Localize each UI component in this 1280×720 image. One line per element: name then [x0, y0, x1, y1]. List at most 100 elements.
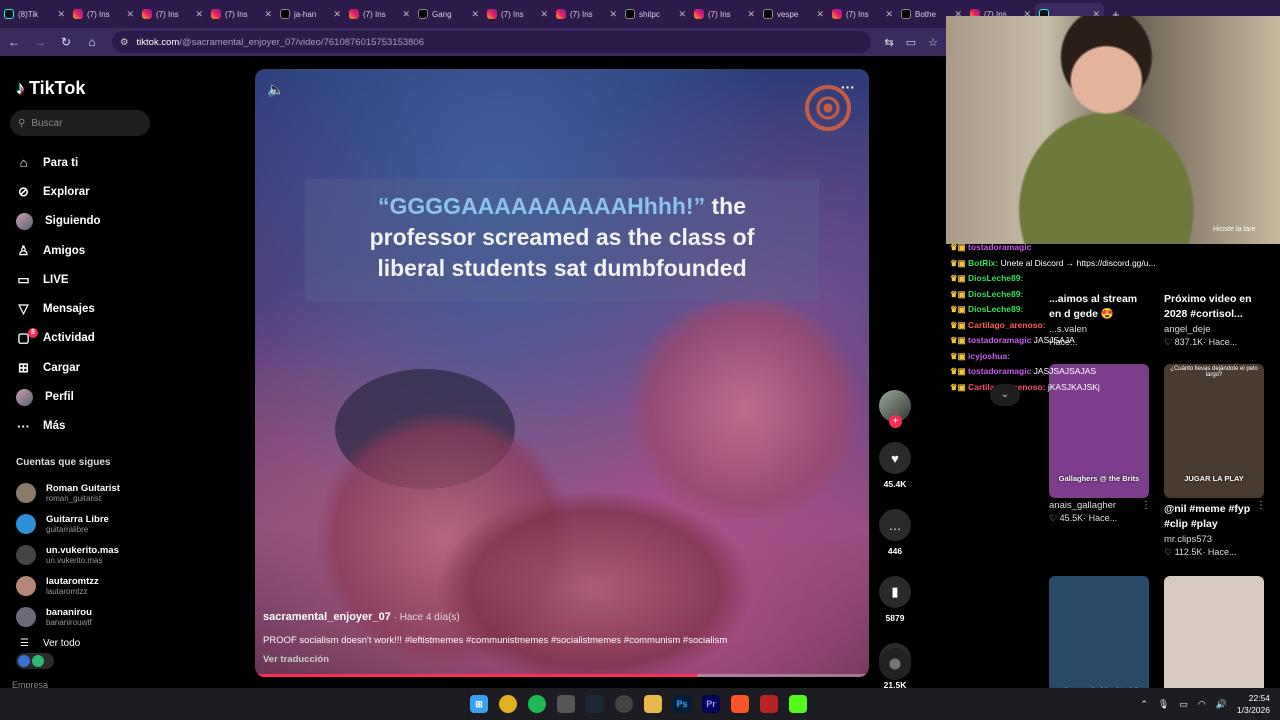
close-tab-icon[interactable]: ✕	[402, 9, 410, 20]
display-icon[interactable]: ▭	[1179, 699, 1188, 710]
more-options-icon[interactable]: ···	[841, 79, 855, 95]
browser-tab[interactable]: shitpc ✕	[621, 3, 690, 25]
chat-username: DiosLeche89:	[968, 304, 1024, 314]
browser-tab[interactable]: (7) Ins ✕	[69, 3, 138, 25]
followed-account[interactable]: Guitarra Libre guitarralibre	[16, 509, 156, 540]
follow-plus-icon[interactable]: +	[889, 415, 902, 428]
url-field[interactable]: ⚙ tiktok.com/@sacramental_enjoyer_07/vid…	[112, 31, 871, 53]
chat-text: Unete al Discord → https://discord.gg/u.…	[998, 257, 1156, 268]
close-tab-icon[interactable]: ✕	[540, 9, 548, 20]
cast-icon[interactable]: ▭	[906, 36, 916, 49]
video-player[interactable]: “GGGGAAAAAAAAAAHhhh!” the professor scre…	[255, 69, 869, 677]
voicemeeter-icon[interactable]	[760, 695, 778, 713]
video-progress-bar[interactable]	[255, 674, 869, 677]
scroll-down-icon[interactable]: ⌄	[990, 384, 1020, 406]
author-avatar[interactable]: +	[879, 390, 911, 428]
close-tab-icon[interactable]: ✕	[885, 9, 893, 20]
chat-message: ♛▣ tostadoramagic JASJSAJSAJAS	[950, 364, 1180, 380]
back-icon[interactable]: ←	[8, 35, 20, 49]
mic-icon[interactable]: 🎙	[1158, 699, 1169, 710]
close-tab-icon[interactable]: ✕	[678, 9, 686, 20]
nav-item[interactable]: Perfil	[16, 382, 156, 411]
close-tab-icon[interactable]: ✕	[264, 9, 272, 20]
nav-item[interactable]: ⊘ Explorar	[16, 177, 156, 206]
forward-icon[interactable]: →	[34, 35, 46, 49]
profile-icon	[16, 388, 33, 406]
browser-tab[interactable]: (7) Ins ✕	[207, 3, 276, 25]
close-tab-icon[interactable]: ✕	[126, 9, 134, 20]
nav-item[interactable]: ▢ Actividad 8	[16, 324, 156, 353]
followed-account[interactable]: lautaromtzz lautaromtzz	[16, 570, 156, 601]
close-tab-icon[interactable]: ✕	[816, 9, 824, 20]
premiere-icon[interactable]: Pr	[702, 695, 720, 713]
bookmark-icon[interactable]: ▮	[879, 576, 911, 608]
app-icon[interactable]	[557, 695, 575, 713]
kick-icon[interactable]	[789, 695, 807, 713]
browser-tab[interactable]: (7) Ins ✕	[483, 3, 552, 25]
photoshop-icon[interactable]: Ps	[673, 695, 691, 713]
heart-icon[interactable]: ♥	[879, 442, 911, 474]
more-options-icon[interactable]: ⋮	[1141, 500, 1151, 511]
more-icon: ···	[17, 418, 30, 434]
browser-tab[interactable]: ja-han ✕	[276, 3, 345, 25]
wifi-icon[interactable]: ◠	[1198, 699, 1206, 710]
browser-tab[interactable]: (7) Ins ✕	[690, 3, 759, 25]
site-info-icon[interactable]: ⚙	[120, 37, 129, 48]
video-description[interactable]: PROOF socialism doesn't work!!! #leftist…	[263, 635, 727, 646]
browser-tab[interactable]: (8)Tik ✕	[0, 3, 69, 25]
clock[interactable]: 22:54 1/3/2026	[1237, 692, 1270, 716]
translate-icon[interactable]: ⇆	[885, 36, 894, 49]
nav-item[interactable]: ♙ Amigos	[16, 236, 156, 265]
browser-tab[interactable]: vespe ✕	[759, 3, 828, 25]
music-disc-icon[interactable]	[879, 648, 911, 680]
comment-count: 446	[887, 546, 903, 556]
close-tab-icon[interactable]: ✕	[195, 9, 203, 20]
more-options-icon[interactable]: ⋮	[1256, 500, 1266, 511]
followed-account[interactable]: un.vukerito.mas un.vukerito.mas	[16, 540, 156, 571]
author-name: sacramental_enjoyer_07	[263, 611, 391, 623]
browser-tab[interactable]: Gang ✕	[414, 3, 483, 25]
bookmark-icon[interactable]: ☆	[928, 36, 938, 49]
chrome-icon[interactable]	[499, 695, 517, 713]
extension-pill[interactable]	[16, 653, 54, 669]
browser-tab[interactable]: (7) Ins ✕	[552, 3, 621, 25]
video-author[interactable]: sacramental_enjoyer_07 · Hace 4 día(s)	[263, 611, 460, 623]
followed-account[interactable]: Roman Guitarist roman_guitarist	[16, 478, 156, 509]
spotify-icon[interactable]	[528, 695, 546, 713]
start-icon[interactable]: ⊞	[470, 695, 488, 713]
steam-icon[interactable]	[586, 695, 604, 713]
volume-icon[interactable]: 🔈	[267, 81, 284, 98]
home-icon[interactable]: ⌂	[86, 35, 98, 49]
search-input[interactable]: ⚲ Buscar	[10, 110, 150, 136]
brave-icon[interactable]	[731, 695, 749, 713]
nav-item[interactable]: ··· Más	[16, 412, 156, 441]
nav-item[interactable]: ▽ Mensajes	[16, 294, 156, 323]
tray-chevron-icon[interactable]: ⌃	[1140, 699, 1148, 710]
nav-item[interactable]: ▭ LIVE	[16, 265, 156, 294]
close-tab-icon[interactable]: ✕	[471, 9, 479, 20]
account-username: guitarralibre	[46, 525, 89, 535]
close-tab-icon[interactable]: ✕	[609, 9, 617, 20]
obs-icon[interactable]	[615, 695, 633, 713]
followed-account[interactable]: bananirou bananirouwtf	[16, 601, 156, 632]
browser-tab[interactable]: (7) Ins ✕	[138, 3, 207, 25]
comment-icon[interactable]: …	[879, 509, 911, 541]
nav-item[interactable]: Siguiendo	[16, 207, 156, 236]
nav-item[interactable]: ⊞ Cargar	[16, 353, 156, 382]
like-action[interactable]: ♥ 45.4K	[879, 442, 911, 489]
speaker-icon[interactable]: 🔊	[1216, 699, 1227, 710]
nav-item[interactable]: ⌂ Para ti	[16, 148, 156, 177]
see-all-link[interactable]: ☰ Ver todo	[20, 638, 80, 649]
close-tab-icon[interactable]: ✕	[57, 9, 65, 20]
close-tab-icon[interactable]: ✕	[333, 9, 341, 20]
close-tab-icon[interactable]: ✕	[747, 9, 755, 20]
reload-icon[interactable]: ↻	[60, 35, 72, 49]
folder-icon[interactable]	[644, 695, 662, 713]
browser-tab[interactable]: (7) Ins ✕	[828, 3, 897, 25]
browser-tab[interactable]: (7) Ins ✕	[345, 3, 414, 25]
comment-action[interactable]: … 446	[879, 509, 911, 556]
save-action[interactable]: ▮ 5879	[879, 576, 911, 623]
chat-message: ♛▣ tostadoramagic	[950, 240, 1180, 256]
tiktok-logo[interactable]: ♪ TikTok	[16, 78, 85, 99]
translate-link[interactable]: Ver traducción	[263, 654, 329, 665]
